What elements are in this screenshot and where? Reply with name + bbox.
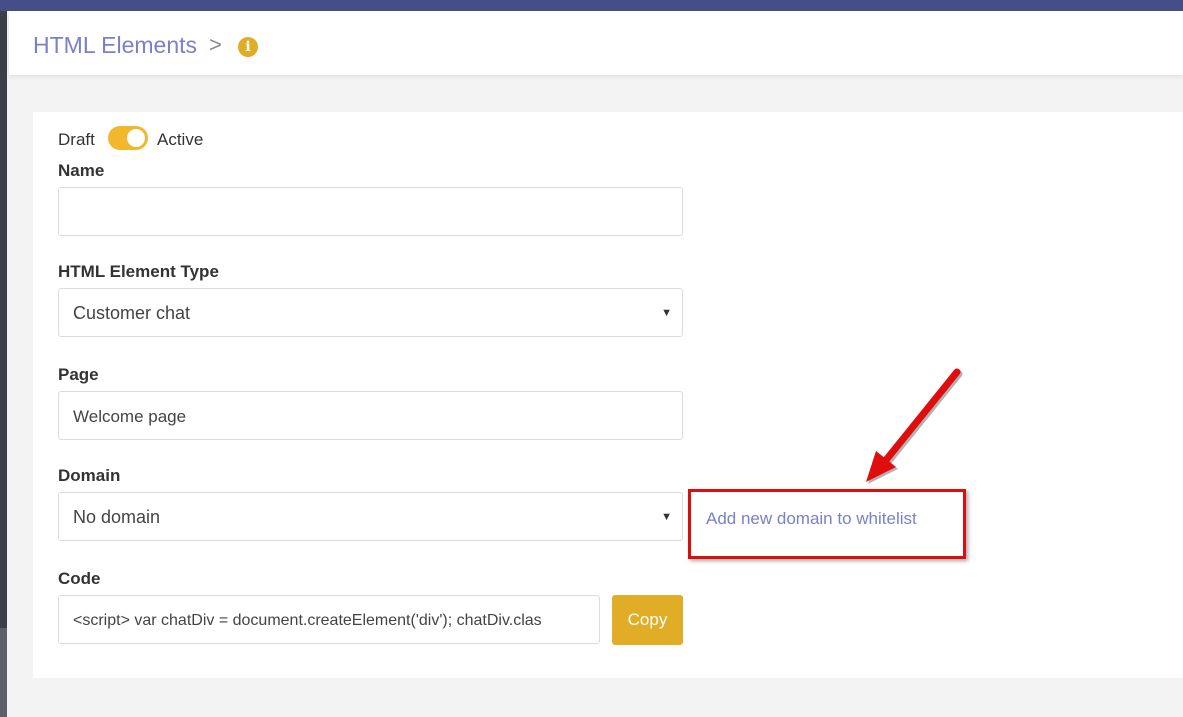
element-type-select[interactable]: Customer chat ▼ <box>58 288 683 337</box>
active-label: Active <box>157 130 204 149</box>
name-label: Name <box>58 161 105 180</box>
highlight-box <box>688 489 966 559</box>
breadcrumb-separator: > <box>209 32 222 57</box>
element-type-value: Customer chat <box>73 303 191 323</box>
status-toggle[interactable] <box>108 126 148 150</box>
draft-label: Draft <box>58 130 95 149</box>
page-header: HTML Elements > i <box>9 11 1183 75</box>
code-label: Code <box>58 569 101 588</box>
domain-label: Domain <box>58 466 121 485</box>
top-bar <box>0 0 1183 11</box>
page-label: Page <box>58 365 99 384</box>
info-icon[interactable]: i <box>238 37 258 57</box>
domain-value: No domain <box>73 507 161 527</box>
page-title[interactable]: HTML Elements <box>33 32 197 58</box>
copy-button[interactable]: Copy <box>612 595 683 645</box>
left-edge-lower <box>0 628 7 717</box>
element-type-label: HTML Element Type <box>58 262 219 281</box>
name-input[interactable] <box>58 187 683 236</box>
page-input[interactable]: Welcome page <box>58 391 683 440</box>
left-edge <box>0 11 7 717</box>
form-card: Draft Active Name HTML Element Type Cust… <box>33 112 1183 678</box>
chevron-down-icon: ▼ <box>661 511 672 523</box>
code-input[interactable]: <script> var chatDiv = document.createEl… <box>58 595 600 644</box>
domain-select[interactable]: No domain ▼ <box>58 492 683 541</box>
code-value: <script> var chatDiv = document.createEl… <box>73 612 542 629</box>
toggle-knob <box>127 129 145 147</box>
page-value: Welcome page <box>73 407 187 426</box>
chevron-down-icon: ▼ <box>661 307 672 319</box>
